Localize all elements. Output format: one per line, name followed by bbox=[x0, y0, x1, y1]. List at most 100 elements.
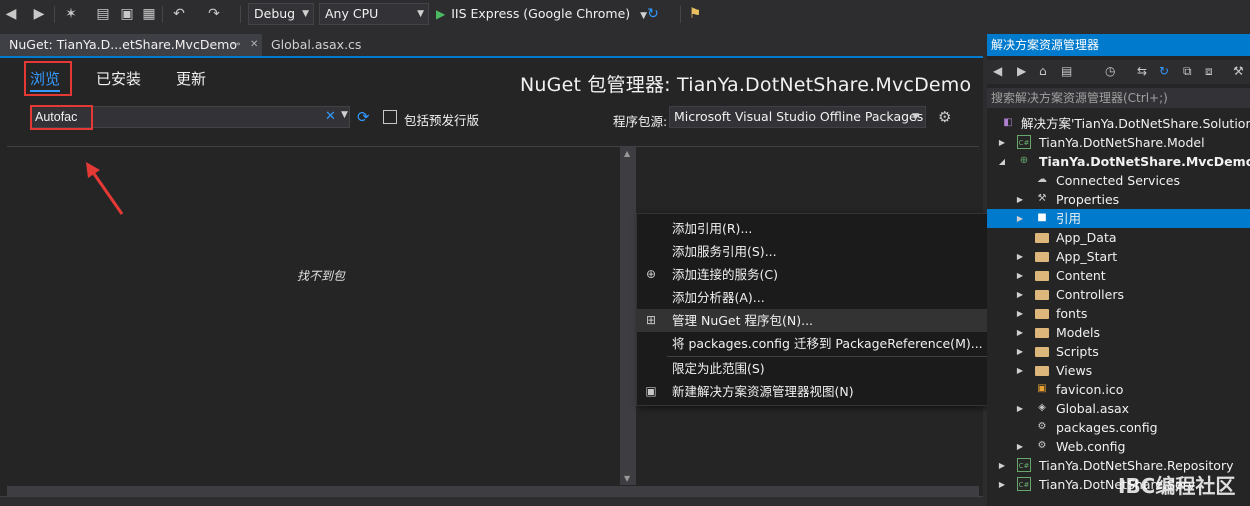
annotation-arrow-search bbox=[86, 162, 124, 215]
web-project-icon: ⊕ bbox=[1019, 155, 1029, 166]
expand-icon[interactable]: ▶ bbox=[1015, 323, 1025, 342]
close-icon[interactable]: ✕ bbox=[250, 34, 258, 56]
icon-file-icon: ▣ bbox=[1037, 383, 1047, 394]
tree-node-file[interactable]: ▣ favicon.ico bbox=[987, 380, 1250, 399]
expand-icon[interactable]: ▶ bbox=[1015, 304, 1025, 323]
redo-icon[interactable]: ↷ bbox=[205, 5, 223, 23]
connected-services-icon: ☁ bbox=[1037, 174, 1047, 185]
tab-updates[interactable]: 更新 bbox=[176, 68, 206, 89]
wrench-icon[interactable]: ⚒ bbox=[1233, 64, 1244, 78]
tree-node-folder[interactable]: ▶ Models bbox=[987, 323, 1250, 342]
tree-node-solution[interactable]: ◧ 解决方案'TianYa.DotNetShare.Solution' (4 bbox=[987, 114, 1250, 133]
references-icon: ■ bbox=[1037, 212, 1047, 223]
back-icon[interactable]: ◀ bbox=[993, 64, 1002, 78]
tree-node-folder[interactable]: ▶ Content bbox=[987, 266, 1250, 285]
tree-node-file[interactable]: ▶ ◈ Global.asax bbox=[987, 399, 1250, 418]
scroll-up-icon[interactable]: ▲ bbox=[624, 149, 630, 158]
tree-node-folder[interactable]: App_Data bbox=[987, 228, 1250, 247]
refresh-browser-icon[interactable]: ↻ bbox=[644, 5, 662, 23]
refresh-icon[interactable]: ⟳ bbox=[357, 108, 375, 126]
tree-node-file[interactable]: ▶ ⚙ Web.config bbox=[987, 437, 1250, 456]
package-source-dropdown[interactable]: Microsoft Visual Studio Offline Packages… bbox=[669, 106, 926, 128]
menu-item-migrate-packages[interactable]: 将 packages.config 迁移到 PackageReference(M… bbox=[637, 332, 1021, 355]
new-project-icon[interactable]: ✶ bbox=[62, 5, 80, 23]
run-button[interactable]: ▶ IIS Express (Google Chrome) ▼ bbox=[436, 4, 647, 24]
package-source-value: Microsoft Visual Studio Offline Packages bbox=[674, 109, 924, 124]
chevron-down-icon: ▼ bbox=[302, 9, 309, 19]
expand-icon[interactable]: ▶ bbox=[1015, 266, 1025, 285]
tree-node-connected-services[interactable]: ☁ Connected Services bbox=[987, 171, 1250, 190]
folder-icon bbox=[1035, 366, 1049, 376]
undo-icon[interactable]: ↶ bbox=[170, 5, 188, 23]
package-list-scrollbar[interactable]: ▲ ▼ bbox=[620, 147, 636, 485]
tree-node-properties[interactable]: ▶ ⚒ Properties bbox=[987, 190, 1250, 209]
expand-icon[interactable]: ▶ bbox=[997, 133, 1007, 152]
clear-search-icon[interactable]: ✕ bbox=[325, 109, 336, 124]
tab-global-asax-cs[interactable]: Global.asax.cs bbox=[262, 34, 372, 56]
toolbar-separator bbox=[680, 6, 681, 23]
expand-icon[interactable]: ▶ bbox=[1015, 190, 1025, 209]
annotation-box-search bbox=[30, 105, 93, 130]
tab-nuget[interactable]: NuGet: TianYa.D...etShare.MvcDemo ⊸ ✕ bbox=[0, 34, 262, 56]
toolbar-separator bbox=[240, 6, 241, 23]
back-icon[interactable]: ◀ bbox=[2, 5, 20, 23]
tree-node-folder[interactable]: ▶ Controllers bbox=[987, 285, 1250, 304]
tree-node-folder[interactable]: ▶ App_Start bbox=[987, 247, 1250, 266]
open-file-icon[interactable]: ▤ bbox=[94, 5, 112, 23]
context-menu: 添加引用(R)... 添加服务引用(S)... ⊕ 添加连接的服务(C) 添加分… bbox=[636, 213, 1022, 406]
tree-node-folder[interactable]: ▶ Scripts bbox=[987, 342, 1250, 361]
history-icon[interactable]: ◷ bbox=[1105, 64, 1115, 78]
sync-icon[interactable]: ⇆ bbox=[1137, 64, 1147, 78]
browser-link-icon[interactable]: ⚑ bbox=[686, 5, 704, 23]
folder-icon bbox=[1035, 271, 1049, 281]
prerelease-checkbox[interactable] bbox=[383, 110, 397, 124]
menu-item-add-service-reference[interactable]: 添加服务引用(S)... bbox=[637, 240, 1021, 263]
empty-message: 找不到包 bbox=[297, 269, 346, 283]
forward-icon[interactable]: ▶ bbox=[1017, 64, 1026, 78]
scroll-down-icon[interactable]: ▼ bbox=[624, 474, 630, 483]
save-icon[interactable]: ▣ bbox=[118, 5, 136, 23]
tree-node-file[interactable]: ⚙ packages.config bbox=[987, 418, 1250, 437]
chevron-down-icon: ▼ bbox=[417, 9, 424, 19]
home-icon[interactable]: ⌂ bbox=[1039, 64, 1047, 78]
tree-node-references[interactable]: ▶ ■ 引用 bbox=[987, 209, 1250, 228]
run-target-label: IIS Express (Google Chrome) bbox=[451, 6, 631, 21]
expand-icon[interactable]: ▶ bbox=[1015, 342, 1025, 361]
menu-item-add-reference[interactable]: 添加引用(R)... bbox=[637, 217, 1021, 240]
switch-view-icon[interactable]: ▤ bbox=[1061, 64, 1072, 78]
gear-icon[interactable]: ⚙ bbox=[938, 108, 951, 126]
pin-icon[interactable]: ⊸ bbox=[232, 34, 240, 56]
expand-icon[interactable]: ▶ bbox=[1015, 399, 1025, 418]
horizontal-scrollbar[interactable] bbox=[7, 486, 979, 496]
refresh-icon[interactable]: ↻ bbox=[1159, 64, 1169, 78]
tab-installed[interactable]: 已安装 bbox=[96, 68, 141, 89]
menu-item-add-analyzer[interactable]: 添加分析器(A)... bbox=[637, 286, 1021, 309]
platform-dropdown[interactable]: Any CPU ▼ bbox=[319, 3, 429, 25]
configuration-dropdown[interactable]: Debug ▼ bbox=[248, 3, 314, 25]
tree-node-project-mvcdemo[interactable]: ◢ ⊕ TianYa.DotNetShare.MvcDemo bbox=[987, 152, 1250, 171]
chevron-down-icon[interactable]: ▼ bbox=[341, 110, 348, 120]
play-icon: ▶ bbox=[436, 7, 446, 21]
expand-icon[interactable]: ▶ bbox=[1015, 361, 1025, 380]
collapse-icon[interactable]: ◢ bbox=[997, 152, 1007, 171]
expand-icon[interactable]: ▶ bbox=[997, 456, 1007, 475]
tree-node-folder[interactable]: ▶ Views bbox=[987, 361, 1250, 380]
menu-item-scope-to-this[interactable]: 限定为此范围(S) bbox=[637, 357, 1021, 380]
folder-icon bbox=[1035, 252, 1049, 262]
collapse-all-icon[interactable]: ⧉ bbox=[1183, 64, 1192, 79]
tree-node-folder[interactable]: ▶ fonts bbox=[987, 304, 1250, 323]
show-all-files-icon[interactable]: ⧈ bbox=[1205, 64, 1213, 79]
forward-icon[interactable]: ▶ bbox=[30, 5, 48, 23]
solution-search-input[interactable]: 搜索解决方案资源管理器(Ctrl+;) bbox=[987, 88, 1250, 108]
connected-service-icon: ⊕ bbox=[645, 267, 657, 281]
menu-item-new-explorer-view[interactable]: ▣ 新建解决方案资源管理器视图(N) bbox=[637, 380, 1021, 403]
expand-icon[interactable]: ▶ bbox=[997, 475, 1007, 494]
tree-node-project-model[interactable]: ▶ C# TianYa.DotNetShare.Model bbox=[987, 133, 1250, 152]
expand-icon[interactable]: ▶ bbox=[1015, 247, 1025, 266]
expand-icon[interactable]: ▶ bbox=[1015, 209, 1025, 228]
menu-item-manage-nuget[interactable]: ⊞ 管理 NuGet 程序包(N)... bbox=[637, 309, 1021, 332]
save-all-icon[interactable]: ▦ bbox=[140, 5, 158, 23]
menu-item-add-connected-service[interactable]: ⊕ 添加连接的服务(C) bbox=[637, 263, 1021, 286]
expand-icon[interactable]: ▶ bbox=[1015, 437, 1025, 456]
expand-icon[interactable]: ▶ bbox=[1015, 285, 1025, 304]
